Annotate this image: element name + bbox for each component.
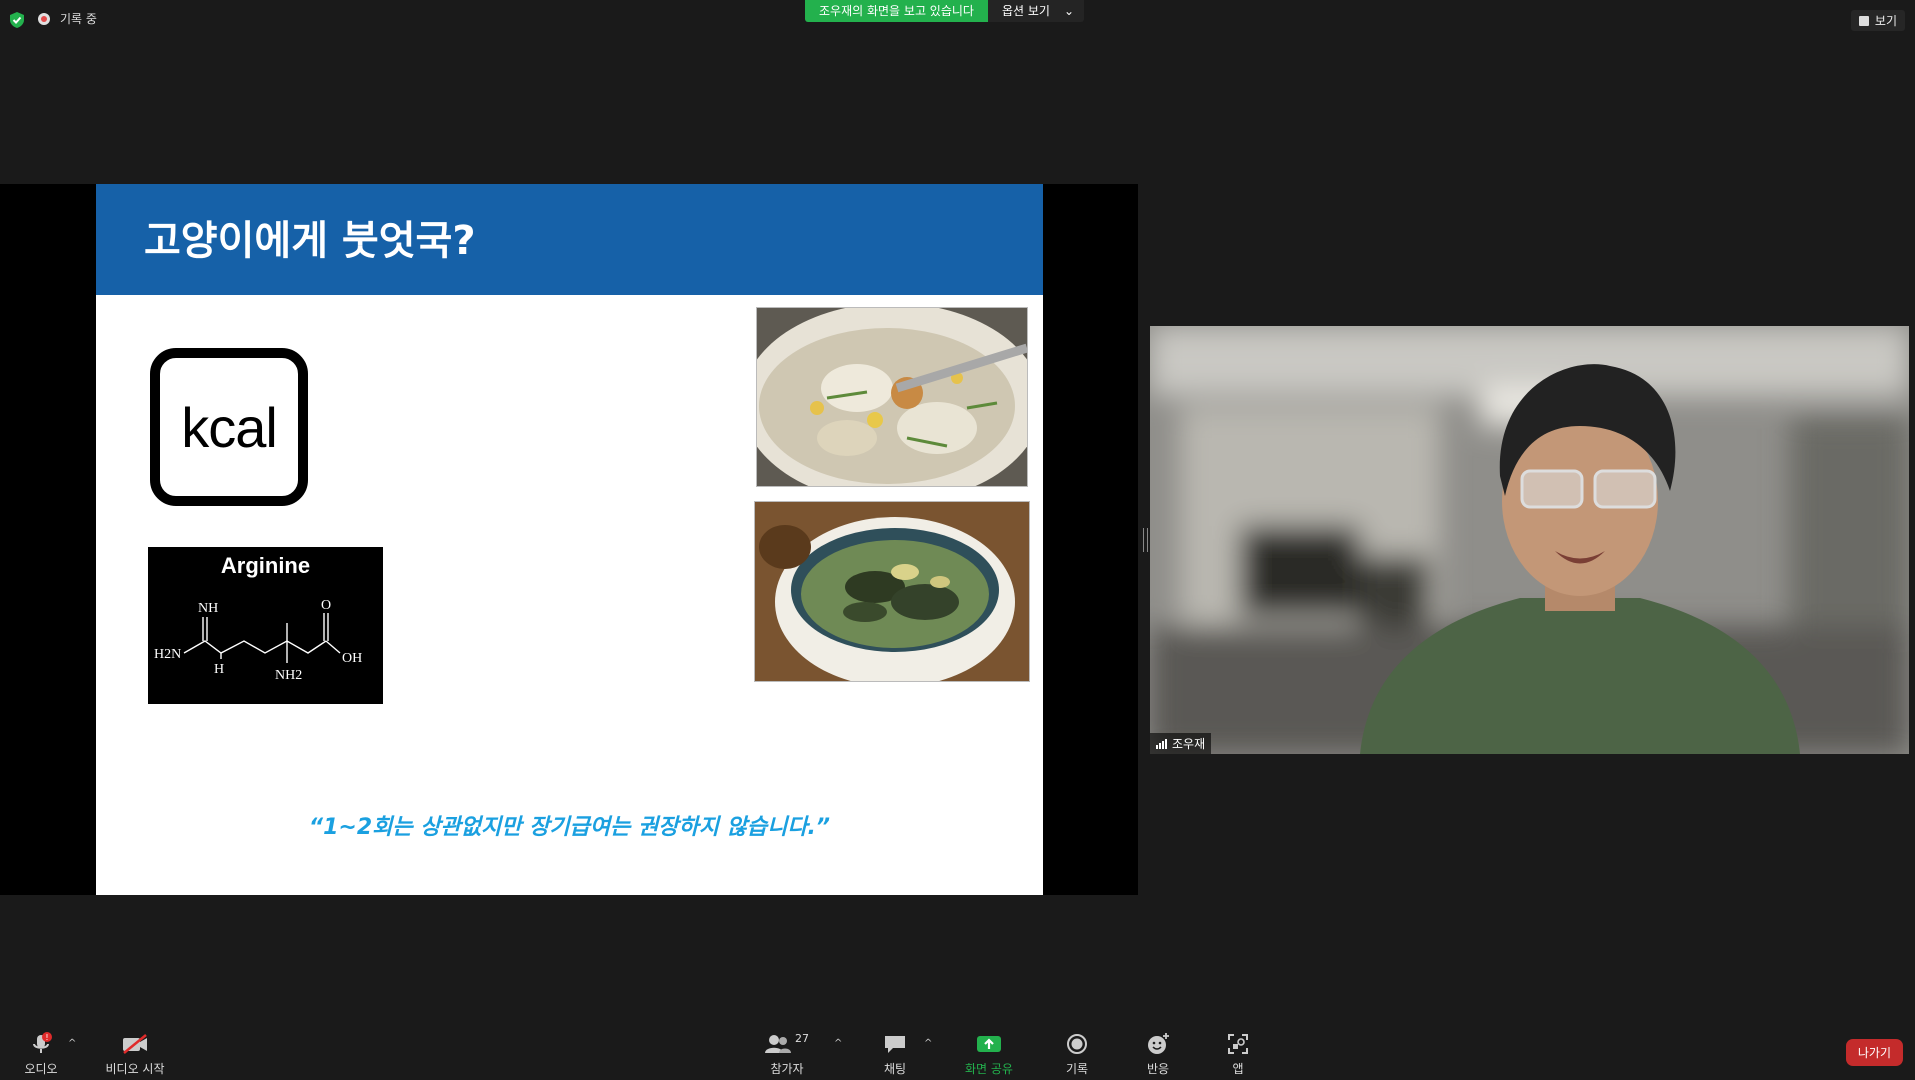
apps-icon — [1228, 1034, 1248, 1054]
soup-photo-1 — [756, 307, 1028, 487]
slide-title: 고양이에게 붓엇국? — [144, 218, 476, 264]
signal-bars-icon — [1156, 738, 1167, 749]
chat-icon — [885, 1036, 905, 1053]
view-layout-icon — [1858, 15, 1869, 26]
record-button[interactable]: 기록 — [1063, 1032, 1091, 1077]
screen-share-banner: 조우재의 화면을 보고 있습니다 옵션 보기 ⌄ — [805, 0, 1085, 22]
leave-button[interactable]: 나가기 — [1845, 1039, 1903, 1066]
presentation-slide: 고양이에게 붓엇국? kcal Arginine NH H2N H O OH N… — [96, 184, 1043, 895]
view-label: 보기 — [1874, 14, 1897, 28]
share-screen-icon — [977, 1036, 1001, 1052]
recording-indicator[interactable]: 기록 중 — [38, 10, 97, 27]
slide-quote: “1~2회는 상관없지만 장기급여는 권장하지 않습니다.” — [308, 815, 831, 840]
share-screen-button[interactable]: 화면 공유 — [959, 1032, 1019, 1077]
reaction-emoji-icon — [1148, 1033, 1169, 1054]
chem-h: H — [214, 662, 224, 677]
participant-name: 조우재 — [1172, 737, 1206, 751]
chem-o: O — [321, 598, 331, 613]
split-resize-handle[interactable] — [1143, 528, 1148, 552]
view-button[interactable]: 보기 — [1850, 10, 1905, 31]
shared-screen: 고양이에게 붓엇국? kcal Arginine NH H2N H O OH N… — [0, 184, 1138, 895]
chem-h2n: H2N — [154, 647, 181, 662]
participants-button[interactable]: 27 참가자 — [762, 1032, 812, 1077]
participants-label: 참가자 — [770, 1062, 804, 1076]
kcal-label: kcal — [181, 395, 278, 459]
arginine-molecule-icon: NH H2N H O OH NH2 — [154, 598, 362, 683]
participant-video-frame — [1150, 326, 1909, 754]
apps-label: 앱 — [1232, 1062, 1244, 1076]
start-video-label: 비디오 시작 — [105, 1062, 165, 1076]
chat-button[interactable]: 채팅 — [877, 1032, 913, 1077]
chem-nh2: NH2 — [275, 668, 302, 683]
microphone-icon: ! — [33, 1032, 52, 1053]
start-video-button[interactable]: 비디오 시작 — [100, 1032, 170, 1077]
video-off-icon — [123, 1034, 147, 1054]
record-label: 기록 — [1065, 1062, 1089, 1076]
chem-nh: NH — [198, 601, 218, 616]
participant-video[interactable]: 조우재 — [1150, 326, 1909, 754]
participants-options-caret[interactable]: ^ — [834, 1038, 842, 1049]
slide-header: 고양이에게 붓엇국? — [96, 184, 1043, 295]
participants-icon — [765, 1035, 791, 1053]
view-options-label: 옵션 보기 — [1001, 4, 1050, 18]
record-icon — [1067, 1034, 1087, 1054]
arginine-label: Arginine — [220, 553, 311, 578]
share-screen-label: 화면 공유 — [965, 1062, 1013, 1076]
soup-photo-2 — [754, 501, 1030, 682]
recording-label: 기록 중 — [60, 12, 97, 26]
record-dot-icon — [38, 12, 50, 25]
chevron-down-icon: ⌄ — [1063, 4, 1075, 18]
chat-label: 채팅 — [883, 1062, 907, 1076]
security-shield-icon[interactable] — [8, 11, 26, 29]
chem-oh: OH — [342, 651, 362, 666]
kcal-icon: kcal — [150, 348, 308, 506]
audio-alert-badge: ! — [45, 1033, 48, 1042]
audio-label: 오디오 — [24, 1062, 58, 1076]
participant-count: 27 — [795, 1032, 809, 1045]
kcal-image: kcal — [144, 342, 324, 512]
sharing-status-text: 조우재의 화면을 보고 있습니다 — [805, 0, 988, 22]
apps-button[interactable]: 앱 — [1226, 1032, 1250, 1077]
arginine-structure-image: Arginine NH H2N H O OH NH2 — [148, 547, 383, 704]
reactions-button[interactable]: 반응 — [1144, 1032, 1172, 1077]
audio-button[interactable]: ! 오디오 — [20, 1032, 62, 1077]
participant-name-tag: 조우재 — [1150, 733, 1212, 754]
audio-options-caret[interactable]: ^ — [68, 1038, 76, 1049]
view-options-button[interactable]: 옵션 보기 ⌄ — [987, 0, 1085, 22]
chat-options-caret[interactable]: ^ — [924, 1038, 932, 1049]
reactions-label: 반응 — [1146, 1062, 1170, 1076]
